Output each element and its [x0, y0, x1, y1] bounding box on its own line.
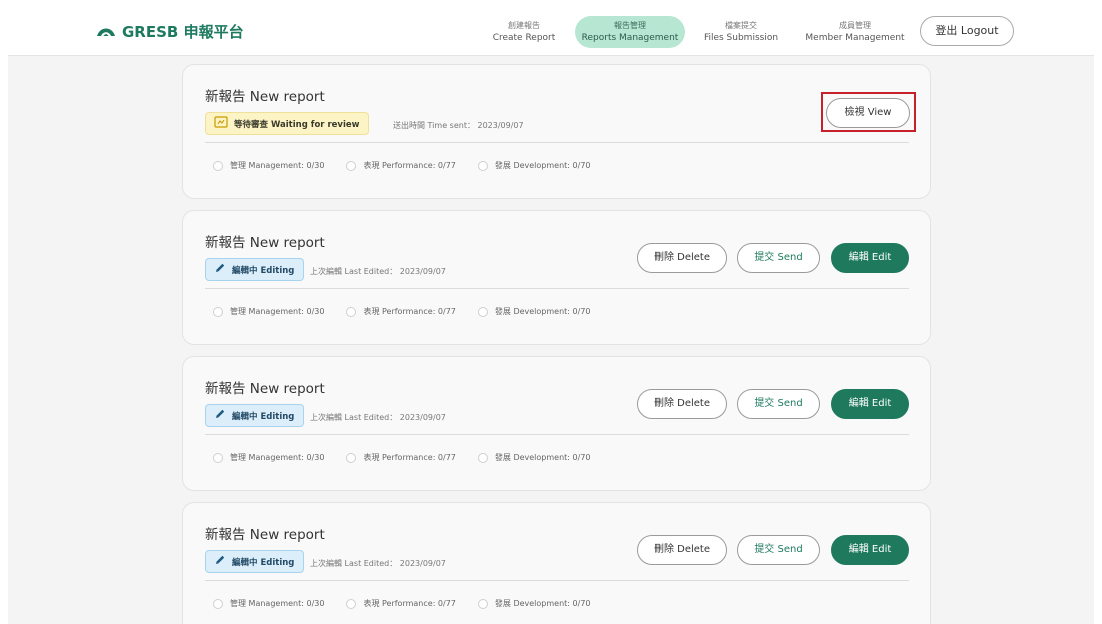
status-label: 等待審查 Waiting for review	[234, 119, 360, 130]
stat-label: 表現 Performance: 0/77	[363, 307, 456, 316]
time-sent: 送出時間 Time sent： 2023/09/07	[393, 121, 524, 130]
pencil-icon	[214, 554, 226, 569]
stat-label: 發展 Development: 0/70	[494, 161, 591, 170]
status-label: 編輯中 Editing	[232, 557, 295, 568]
stat-label: 表現 Performance: 0/77	[363, 161, 456, 170]
stat-label: 表現 Performance: 0/77	[363, 599, 456, 608]
nav-label-en: Member Management	[805, 33, 905, 43]
nav-label-en: Reports Management	[581, 33, 679, 43]
app-window: GRESB 申報平台 創建報告 Create Report 報告管理 Repor…	[8, 8, 1094, 624]
stat-management: 管理 Management: 0/30	[213, 160, 324, 171]
status-label: 編輯中 Editing	[232, 411, 295, 422]
stat-label: 管理 Management: 0/30	[230, 453, 325, 462]
stat-label: 表現 Performance: 0/77	[363, 453, 456, 462]
stat-management: 管理 Management: 0/30	[213, 306, 324, 317]
divider	[205, 142, 909, 143]
stat-label: 管理 Management: 0/30	[230, 161, 325, 170]
progress-stats: 管理 Management: 0/30 表現 Performance: 0/77…	[213, 306, 591, 317]
progress-stats: 管理 Management: 0/30 表現 Performance: 0/77…	[213, 598, 591, 609]
progress-stats: 管理 Management: 0/30 表現 Performance: 0/77…	[213, 452, 591, 463]
nav-files-submission[interactable]: 檔案提交 Files Submission	[696, 16, 786, 48]
last-edited: 上次編輯 Last Edited： 2023/09/07	[310, 267, 446, 276]
progress-circle-icon	[346, 306, 357, 317]
progress-circle-icon	[213, 160, 223, 171]
nav-label-en: Create Report	[492, 33, 556, 43]
stat-label: 發展 Development: 0/70	[494, 453, 591, 462]
stat-performance: 表現 Performance: 0/77	[346, 160, 456, 171]
edit-button[interactable]: 編輯 Edit	[831, 389, 909, 419]
stat-performance: 表現 Performance: 0/77	[346, 452, 456, 463]
status-badge: 等待審查 Waiting for review	[205, 112, 370, 135]
report-card: 新報告 New report 編輯中 Editing 上次編輯 Last Edi…	[182, 356, 931, 491]
send-button[interactable]: 提交 Send	[737, 243, 820, 273]
status-label: 編輯中 Editing	[232, 265, 295, 276]
divider	[205, 580, 909, 581]
progress-stats: 管理 Management: 0/30 表現 Performance: 0/77…	[213, 160, 591, 171]
delete-button[interactable]: 刪除 Delete	[637, 243, 727, 273]
stat-management: 管理 Management: 0/30	[213, 452, 324, 463]
progress-circle-icon	[477, 160, 488, 171]
divider	[205, 434, 909, 435]
report-title: 新報告 New report	[205, 235, 325, 251]
progress-circle-icon	[213, 306, 223, 317]
stat-performance: 表現 Performance: 0/77	[346, 598, 456, 609]
pencil-icon	[214, 262, 226, 277]
report-card: 新報告 New report 編輯中 Editing 上次編輯 Last Edi…	[182, 210, 931, 345]
stat-development: 發展 Development: 0/70	[477, 598, 591, 609]
top-navigation-bar: GRESB 申報平台 創建報告 Create Report 報告管理 Repor…	[8, 8, 1094, 56]
logout-button[interactable]: 登出 Logout	[920, 16, 1014, 46]
mountain-icon	[96, 23, 116, 41]
pending-review-icon	[214, 116, 228, 131]
status-badge: 編輯中 Editing	[205, 404, 305, 427]
nav-label-zh: 報告管理	[614, 21, 646, 30]
nav-label-zh: 檔案提交	[725, 21, 757, 30]
nav-member-management[interactable]: 成員管理 Member Management	[800, 16, 910, 48]
progress-circle-icon	[213, 598, 223, 609]
progress-circle-icon	[477, 598, 488, 609]
stat-development: 發展 Development: 0/70	[477, 452, 591, 463]
divider	[205, 288, 909, 289]
view-button-highlight	[821, 92, 916, 132]
stat-performance: 表現 Performance: 0/77	[346, 306, 456, 317]
progress-circle-icon	[477, 452, 488, 463]
progress-circle-icon	[346, 452, 357, 463]
edit-button[interactable]: 編輯 Edit	[831, 243, 909, 273]
brand-logo[interactable]: GRESB 申報平台	[96, 21, 244, 42]
nav-label-en: Files Submission	[703, 33, 779, 43]
nav-label-zh: 成員管理	[839, 21, 871, 30]
brand-name: GRESB 申報平台	[122, 23, 244, 41]
stat-management: 管理 Management: 0/30	[213, 598, 324, 609]
progress-circle-icon	[477, 306, 488, 317]
stat-label: 管理 Management: 0/30	[230, 599, 325, 608]
stat-label: 管理 Management: 0/30	[230, 307, 325, 316]
stat-development: 發展 Development: 0/70	[477, 306, 591, 317]
status-badge: 編輯中 Editing	[205, 550, 305, 573]
delete-button[interactable]: 刪除 Delete	[637, 535, 727, 565]
send-button[interactable]: 提交 Send	[737, 535, 820, 565]
nav-label-zh: 創建報告	[508, 21, 540, 30]
last-edited: 上次編輯 Last Edited： 2023/09/07	[310, 413, 446, 422]
stat-label: 發展 Development: 0/70	[494, 599, 591, 608]
report-card: 新報告 New report 等待審查 Waiting for review 送…	[182, 64, 931, 199]
report-card: 新報告 New report 編輯中 Editing 上次編輯 Last Edi…	[182, 502, 931, 624]
progress-circle-icon	[346, 598, 357, 609]
progress-circle-icon	[213, 452, 223, 463]
pencil-icon	[214, 408, 226, 423]
send-button[interactable]: 提交 Send	[737, 389, 820, 419]
progress-circle-icon	[346, 160, 357, 171]
report-title: 新報告 New report	[205, 527, 325, 543]
last-edited: 上次編輯 Last Edited： 2023/09/07	[310, 559, 446, 568]
edit-button[interactable]: 編輯 Edit	[831, 535, 909, 565]
stat-label: 發展 Development: 0/70	[494, 307, 591, 316]
delete-button[interactable]: 刪除 Delete	[637, 389, 727, 419]
nav-create-report[interactable]: 創建報告 Create Report	[484, 16, 564, 48]
report-title: 新報告 New report	[205, 381, 325, 397]
report-title: 新報告 New report	[205, 89, 325, 105]
status-badge: 編輯中 Editing	[205, 258, 305, 281]
nav-reports-management[interactable]: 報告管理 Reports Management	[575, 16, 685, 48]
stat-development: 發展 Development: 0/70	[477, 160, 591, 171]
